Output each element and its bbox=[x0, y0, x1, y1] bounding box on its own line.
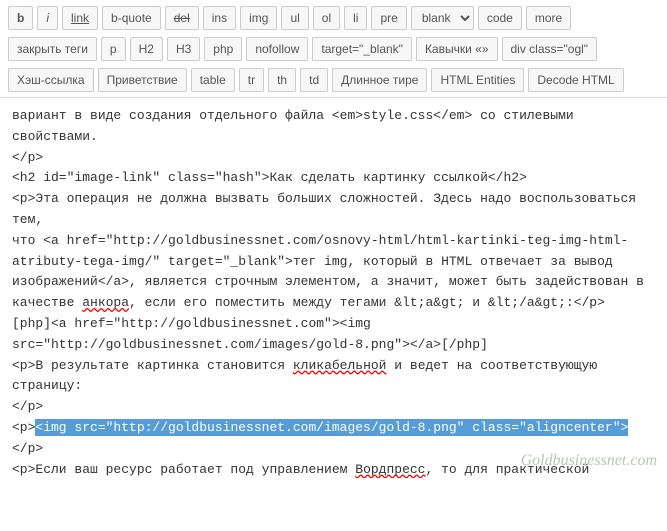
code-line: вариант в виде создания отдельного файла… bbox=[12, 108, 574, 144]
li-button[interactable]: li bbox=[344, 6, 367, 30]
code-line: <p> bbox=[12, 420, 35, 435]
editor-toolbar: b i link b-quote del ins img ul ol li pr… bbox=[0, 0, 667, 98]
greeting-button[interactable]: Приветствие bbox=[98, 68, 187, 92]
ul-button[interactable]: ul bbox=[281, 6, 308, 30]
code-line: , если его поместить между тегами &lt;a&… bbox=[129, 295, 605, 310]
more-button[interactable]: more bbox=[526, 6, 571, 30]
ol-button[interactable]: ol bbox=[313, 6, 340, 30]
html-entities-button[interactable]: HTML Entities bbox=[431, 68, 524, 92]
tag-select[interactable]: blank bbox=[411, 6, 474, 30]
code-line: atributy-tega-img/" target="_blank">тег … bbox=[12, 254, 613, 269]
code-line: что <a href="http://goldbusinessnet.com/… bbox=[12, 233, 628, 248]
nofollow-button[interactable]: nofollow bbox=[246, 37, 308, 61]
code-line: <p>Эта операция не должна вызвать больши… bbox=[12, 191, 636, 227]
code-line: изображений</a>, является строчным элеме… bbox=[12, 274, 644, 289]
tr-button[interactable]: tr bbox=[239, 68, 264, 92]
div-ogl-button[interactable]: div class="ogl" bbox=[502, 37, 598, 61]
del-button[interactable]: del bbox=[165, 6, 199, 30]
code-editor-textarea[interactable]: вариант в виде создания отдельного файла… bbox=[0, 98, 667, 478]
code-line: <h2 id="image-link" class="hash">Как сде… bbox=[12, 170, 527, 185]
code-line: </p> bbox=[12, 399, 43, 414]
bquote-button[interactable]: b-quote bbox=[102, 6, 161, 30]
p-button[interactable]: p bbox=[101, 37, 126, 61]
target-blank-button[interactable]: target="_blank" bbox=[312, 37, 412, 61]
code-line: src="http://goldbusinessnet.com/images/g… bbox=[12, 337, 488, 352]
italic-button[interactable]: i bbox=[37, 6, 58, 30]
decode-html-button[interactable]: Decode HTML bbox=[528, 68, 623, 92]
pre-button[interactable]: pre bbox=[371, 6, 406, 30]
h3-button[interactable]: H3 bbox=[167, 37, 200, 61]
code-line: </p> bbox=[12, 441, 43, 456]
long-dash-button[interactable]: Длинное тире bbox=[332, 68, 427, 92]
spellcheck-word: Вордпресс bbox=[355, 462, 425, 477]
th-button[interactable]: th bbox=[268, 68, 296, 92]
hash-link-button[interactable]: Хэш-ссылка bbox=[8, 68, 94, 92]
table-button[interactable]: table bbox=[191, 68, 235, 92]
link-button[interactable]: link bbox=[62, 6, 98, 30]
code-line: [php]<a href="http://goldbusinessnet.com… bbox=[12, 316, 371, 331]
php-button[interactable]: php bbox=[204, 37, 242, 61]
selected-text: <img src="http://goldbusinessnet.com/ima… bbox=[35, 419, 628, 436]
code-line: </p> bbox=[12, 150, 43, 165]
bold-button[interactable]: b bbox=[8, 6, 33, 30]
spellcheck-word: анкора bbox=[82, 295, 129, 310]
code-line: <p>Если ваш ресурс работает под управлен… bbox=[12, 462, 355, 477]
quotes-button[interactable]: Кавычки «» bbox=[416, 37, 498, 61]
code-button[interactable]: code bbox=[478, 6, 522, 30]
img-button[interactable]: img bbox=[240, 6, 277, 30]
ins-button[interactable]: ins bbox=[203, 6, 236, 30]
code-line: <p>В результате картинка становится bbox=[12, 358, 293, 373]
watermark-text: Goldbusinessnet.com bbox=[521, 448, 657, 474]
spellcheck-word: кликабельной bbox=[293, 358, 387, 373]
close-tags-button[interactable]: закрыть теги bbox=[8, 37, 97, 61]
td-button[interactable]: td bbox=[300, 68, 328, 92]
h2-button[interactable]: H2 bbox=[130, 37, 163, 61]
code-line: качестве bbox=[12, 295, 82, 310]
